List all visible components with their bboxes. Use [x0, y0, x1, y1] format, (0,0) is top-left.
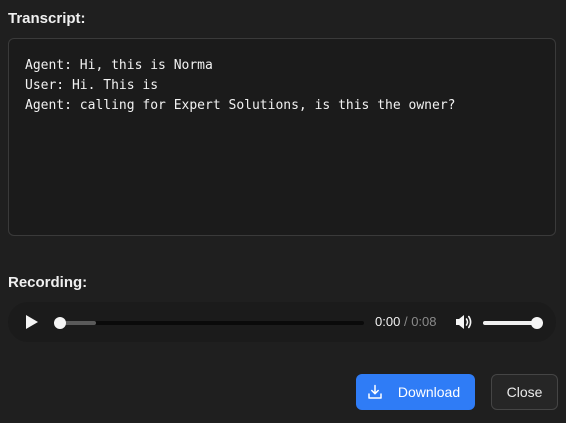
close-label: Close	[506, 384, 543, 400]
seek-handle[interactable]	[54, 317, 66, 329]
volume-icon	[456, 315, 472, 329]
audio-player: 0:00 / 0:08	[8, 302, 556, 342]
transcript-line: Agent: Hi, this is Norma	[25, 58, 213, 73]
time-separator: /	[403, 314, 408, 329]
recording-label: Recording:	[8, 274, 88, 291]
current-time: 0:00	[375, 314, 401, 329]
dialog: Transcript: Agent: Hi, this is Norma Use…	[0, 0, 566, 423]
play-icon	[26, 315, 38, 329]
volume-button[interactable]	[454, 312, 474, 332]
transcript-line: Agent: calling for Expert Solutions, is …	[25, 98, 456, 113]
total-time: 0:08	[411, 314, 437, 329]
seek-slider[interactable]	[54, 317, 364, 329]
download-button[interactable]: Download	[356, 374, 475, 410]
time-display: 0:00 / 0:08	[375, 314, 437, 330]
transcript-box[interactable]: Agent: Hi, this is Norma User: Hi. This …	[8, 38, 556, 236]
transcript-line: User: Hi. This is	[25, 78, 159, 93]
volume-level	[483, 321, 537, 325]
transcript-label: Transcript:	[8, 10, 86, 27]
play-button[interactable]	[22, 312, 42, 332]
download-icon	[367, 384, 383, 400]
volume-handle[interactable]	[531, 317, 543, 329]
volume-slider[interactable]	[483, 317, 543, 329]
download-label: Download	[397, 384, 461, 400]
close-button[interactable]: Close	[491, 374, 558, 410]
